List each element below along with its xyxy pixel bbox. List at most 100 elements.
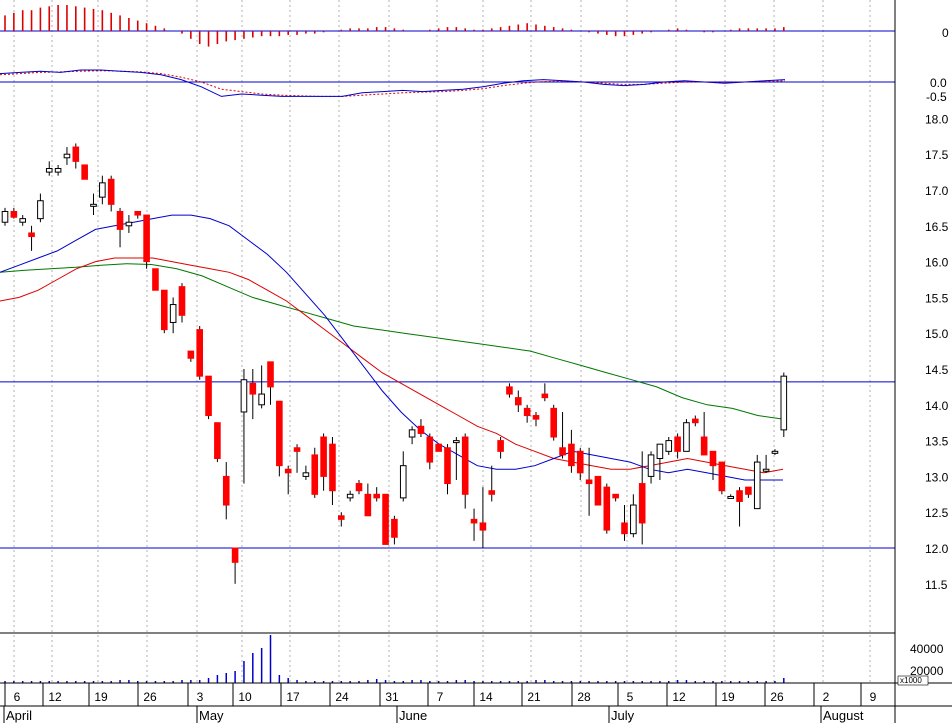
day-label: 3 <box>197 690 204 704</box>
candle-body <box>515 397 522 406</box>
month-label: May <box>199 708 224 723</box>
candle-body <box>612 493 619 499</box>
candle-body <box>506 386 513 395</box>
day-label: 19 <box>94 690 108 704</box>
candle <box>700 411 708 456</box>
day-label: 2 <box>823 690 830 704</box>
candle <box>506 383 513 398</box>
day-label: 21 <box>527 690 541 704</box>
candle-body <box>143 214 150 263</box>
candle-body <box>276 400 283 467</box>
candle <box>45 161 53 176</box>
candle-body <box>231 547 239 563</box>
candle-body <box>736 490 743 502</box>
price-tick-label: 15.0 <box>925 327 949 341</box>
candle <box>426 433 434 470</box>
candle-body <box>373 493 380 499</box>
candle <box>28 225 35 251</box>
candle-body <box>550 407 558 438</box>
day-label: 6 <box>14 690 21 704</box>
candle <box>63 147 71 165</box>
candle <box>408 426 416 445</box>
candle <box>692 415 699 427</box>
candle-body <box>249 382 257 395</box>
candle <box>311 447 319 498</box>
candle <box>576 447 584 480</box>
candle-body <box>453 440 460 444</box>
candle <box>134 210 142 219</box>
candle <box>355 479 363 495</box>
candle-body <box>99 182 106 198</box>
candle-body <box>196 329 203 377</box>
price-tick-label: 17.0 <box>925 184 949 198</box>
candle <box>37 193 44 223</box>
candle-body <box>523 407 531 417</box>
candle-body <box>674 436 681 452</box>
candle <box>727 494 735 499</box>
candle-body <box>152 268 159 291</box>
candle <box>417 419 425 438</box>
candle-body <box>762 468 770 472</box>
price-tick-label: 12.5 <box>925 506 949 520</box>
candle <box>267 361 274 405</box>
day-label: 12 <box>672 690 686 704</box>
candle <box>532 411 540 427</box>
candle <box>488 465 496 502</box>
candle <box>771 449 779 455</box>
candle <box>116 207 124 248</box>
candle <box>399 451 407 502</box>
candle-body <box>594 475 602 506</box>
volume-unit-label: x1000 <box>900 676 922 685</box>
candle <box>222 462 230 520</box>
candle-body <box>718 461 726 492</box>
candle-body <box>603 486 611 531</box>
macd-axis-label: 0.0 <box>930 76 947 90</box>
candle <box>435 443 442 452</box>
candle <box>453 437 460 480</box>
candle-body <box>107 178 115 205</box>
candle <box>161 289 168 334</box>
candle-body <box>488 490 496 495</box>
day-label: 17 <box>286 690 300 704</box>
candle-body <box>134 210 142 216</box>
candle-body <box>461 436 469 495</box>
candle-body <box>771 450 779 454</box>
candle-body <box>426 436 434 463</box>
price-tick-label: 13.0 <box>925 470 949 484</box>
candle-body <box>630 504 637 535</box>
candle-body <box>479 522 487 531</box>
candle-body <box>444 447 451 485</box>
candle-body <box>54 168 62 173</box>
candle-body <box>382 493 389 545</box>
candle-body <box>665 440 673 452</box>
candle-body <box>302 472 310 477</box>
day-label: 26 <box>770 690 784 704</box>
candle-body <box>37 200 44 220</box>
candle <box>90 193 97 216</box>
candle-body <box>1 210 9 223</box>
candle <box>293 444 301 473</box>
candle-body <box>399 465 407 499</box>
candle-body <box>585 479 593 485</box>
candle-body <box>417 425 425 434</box>
candle-body <box>45 168 53 173</box>
candle-body <box>621 522 628 535</box>
candle <box>364 483 372 517</box>
day-label: 28 <box>577 690 591 704</box>
candle <box>107 175 115 212</box>
candle <box>647 451 655 484</box>
candle <box>196 326 203 380</box>
candle <box>391 515 398 545</box>
candle-body <box>125 221 133 227</box>
candle-body <box>293 447 301 452</box>
candle <box>470 508 478 541</box>
candle-body <box>638 483 646 524</box>
candle-body <box>222 475 230 506</box>
candle-body <box>169 304 177 323</box>
candle-body <box>311 454 319 495</box>
candle-body <box>700 436 708 456</box>
candle <box>753 454 761 510</box>
volume-tick-label: 40000 <box>910 642 944 656</box>
candle-body <box>656 443 664 459</box>
price-tick-label: 16.0 <box>925 256 949 270</box>
